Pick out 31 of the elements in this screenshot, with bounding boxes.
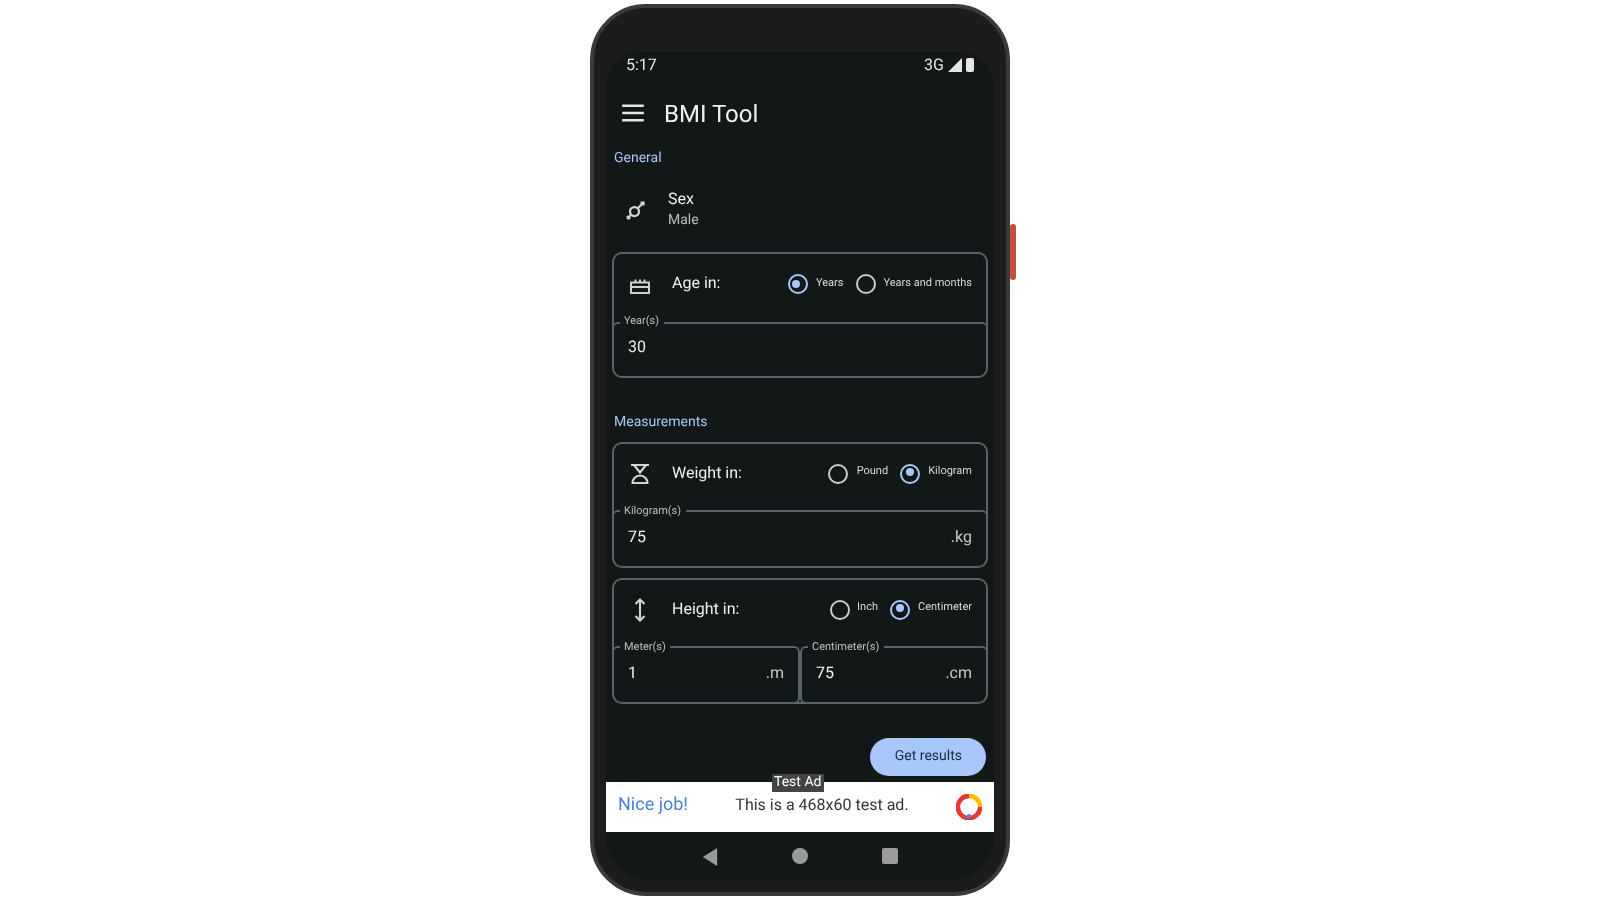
field-value: 30 bbox=[628, 336, 646, 361]
field-value: 1 bbox=[628, 661, 637, 686]
setting-label: Sex bbox=[668, 190, 696, 211]
battery-icon bbox=[966, 58, 974, 73]
radio-button[interactable] bbox=[855, 274, 876, 295]
back-icon[interactable] bbox=[702, 847, 719, 866]
field-value: 75 bbox=[628, 525, 646, 550]
unit-label: Age in: bbox=[672, 272, 723, 297]
radio-button[interactable] bbox=[828, 463, 849, 484]
radio-button[interactable] bbox=[900, 463, 921, 484]
unit-label: Weight in: bbox=[672, 461, 744, 486]
field-value: 75 bbox=[816, 661, 834, 686]
radio-button[interactable] bbox=[890, 599, 910, 620]
status-time: 5:17 bbox=[626, 53, 657, 78]
radio-button[interactable] bbox=[829, 599, 850, 620]
scale-icon bbox=[628, 461, 652, 486]
unit-suffix: .m bbox=[765, 661, 784, 686]
unit-label: Height in: bbox=[672, 597, 742, 622]
gender-icon bbox=[624, 198, 648, 223]
unit-suffix: .kg bbox=[950, 525, 972, 550]
unit-suffix: .cm bbox=[945, 661, 972, 686]
signal-icon bbox=[948, 58, 962, 73]
ad-headline: Nice job! bbox=[618, 793, 688, 820]
ad-text: This is a 468x60 test ad. bbox=[735, 794, 909, 819]
app-title: BMI Tool bbox=[664, 97, 759, 132]
recents-icon[interactable] bbox=[881, 848, 898, 865]
menu-icon[interactable] bbox=[622, 104, 644, 123]
radio-button[interactable] bbox=[787, 274, 808, 295]
home-icon[interactable] bbox=[791, 848, 808, 865]
network-label: 3G bbox=[924, 53, 944, 78]
ad-logo-icon bbox=[955, 793, 982, 820]
